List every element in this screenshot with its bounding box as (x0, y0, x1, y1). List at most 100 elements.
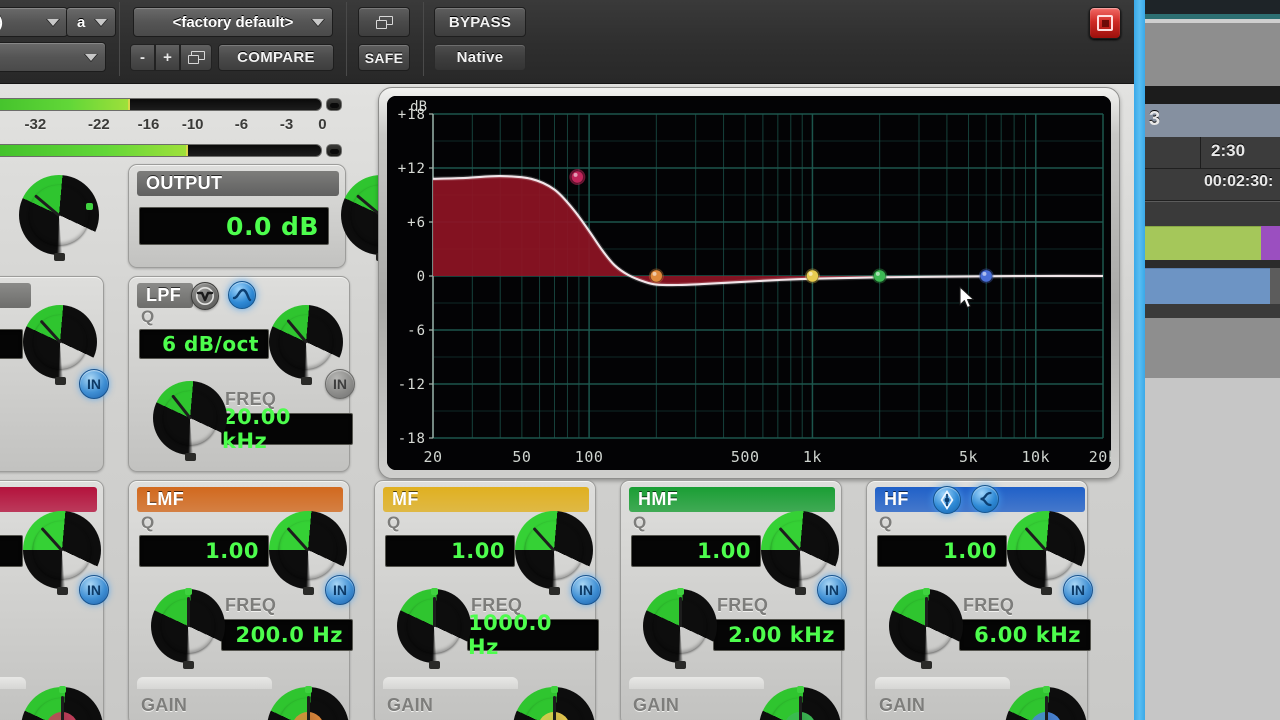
knob-mount (1041, 587, 1052, 595)
lpf-header: LPF (137, 283, 193, 308)
daw-clip-marker-purple[interactable] (1261, 226, 1280, 260)
band-module-hmf: HMF Q 1.00 FREQ 2.00 kHz IN GAIN (620, 480, 847, 720)
chevron-down-icon (311, 19, 325, 27)
svg-text:5k: 5k (959, 448, 978, 466)
band-q-knob[interactable] (515, 511, 593, 595)
knob-mount (429, 661, 440, 669)
band-q-knob[interactable] (761, 511, 839, 595)
band-freq-label: FREQ (717, 595, 769, 615)
eq-graph[interactable]: +18+12+60-6-12-18dB20501005001k5k10k20k (387, 96, 1111, 470)
daw-empty-area[interactable] (1145, 378, 1280, 720)
daw-track-gap (1145, 260, 1280, 268)
preset-previous-button[interactable]: - (130, 44, 155, 71)
lpf-q-knob[interactable] (269, 305, 343, 385)
band-title: HF (884, 489, 909, 509)
native-button[interactable]: Native (434, 44, 526, 71)
band-q-display[interactable]: 1.00 (139, 535, 269, 567)
band-freq-display[interactable]: 200.0 Hz (221, 619, 353, 651)
meter-clip-left[interactable] (326, 98, 342, 111)
band-freq-knob[interactable] (151, 588, 225, 669)
band-freq-label: FREQ (225, 595, 277, 615)
band-header-mf: MF (383, 487, 589, 512)
preset-next-button[interactable]: + (155, 44, 180, 71)
daw-audio-clip-blue[interactable] (1145, 268, 1270, 304)
band-gain-knob[interactable] (1005, 686, 1087, 720)
band-q-display[interactable]: 1.00 (631, 535, 761, 567)
meter-clip-right[interactable] (326, 144, 342, 157)
compare-label: COMPARE (237, 49, 315, 66)
band-mode-dropdown[interactable]: and (0, 42, 106, 72)
daw-timecode-label: 00:02:30: (1204, 173, 1274, 190)
band-gain-label: GAIN (633, 695, 680, 715)
high-shelf-icon[interactable] (971, 485, 999, 513)
svg-text:-6: -6 (407, 323, 426, 339)
band-freq-knob[interactable] (397, 588, 471, 669)
input-trim-knob[interactable] (19, 175, 99, 261)
meter-scale-label: -3 (279, 116, 294, 133)
eq-graph-frame: +18+12+60-6-12-18dB20501005001k5k10k20k (378, 87, 1120, 479)
hpf-in-button[interactable]: IN (79, 369, 109, 399)
band-title: MF (392, 489, 419, 509)
plugin-settings-save-button[interactable] (358, 7, 410, 37)
band-q-display[interactable] (0, 535, 23, 567)
lpf-freq-knob[interactable] (153, 381, 227, 461)
disk-icon (375, 15, 393, 29)
meter-scale-label: 0 (318, 116, 327, 133)
hpf-q-display[interactable] (0, 329, 23, 359)
band-divider (0, 677, 26, 689)
band-divider (137, 677, 272, 689)
band-freq-knob[interactable] (889, 588, 963, 669)
svg-text:20: 20 (423, 448, 442, 466)
plugin-header-toolbar: mns) a and <factory default> - + COMPARE (0, 0, 1134, 84)
meter-scale-label: -16 (137, 116, 160, 133)
band-q-display[interactable]: 1.00 (877, 535, 1007, 567)
band-freq-display[interactable]: 6.00 kHz (959, 619, 1091, 651)
lpf-module: LPF Q 6 dB/oct FREQ 20.00 kHz IN (128, 276, 355, 472)
band-q-label: Q (141, 513, 155, 532)
lowpass-curve-icon[interactable] (228, 281, 256, 309)
preset-save-button[interactable] (180, 44, 212, 71)
control-point-lmf (648, 268, 664, 284)
lpf-in-button[interactable]: IN (325, 369, 355, 399)
band-gain-knob[interactable] (759, 686, 841, 720)
daw-ruler-area[interactable] (1145, 23, 1280, 86)
band-freq-knob[interactable] (643, 588, 717, 669)
lpf-slope-display[interactable]: 6 dB/oct (139, 329, 269, 359)
band-q-label: Q (633, 513, 647, 532)
knob-mount (55, 377, 66, 385)
daw-bar-ruler[interactable] (1145, 104, 1280, 137)
band-q-knob[interactable] (23, 511, 101, 595)
compare-button[interactable]: COMPARE (218, 44, 334, 71)
band-freq-display[interactable]: 2.00 kHz (713, 619, 845, 651)
track-letter-dropdown[interactable]: a (66, 7, 116, 37)
band-gain-knob[interactable] (21, 686, 103, 720)
plugin-view-dropdown[interactable]: mns) (0, 7, 68, 37)
band-q-knob[interactable] (1007, 511, 1085, 595)
bell-icon[interactable] (933, 486, 961, 514)
band-gain-knob[interactable] (513, 686, 595, 720)
record-target-icon[interactable] (1089, 7, 1121, 39)
output-gain-display[interactable]: 0.0 dB (139, 207, 329, 245)
bypass-button[interactable]: BYPASS (434, 7, 526, 37)
lpf-freq-display[interactable]: 20.00 kHz (221, 405, 353, 453)
daw-time-label: 2:30 (1211, 141, 1246, 160)
daw-track-area[interactable] (1145, 318, 1280, 378)
bypass-label: BYPASS (448, 13, 512, 31)
toolbar-divider-2 (346, 2, 347, 76)
svg-text:50: 50 (512, 448, 531, 466)
hpf-q-knob[interactable] (23, 305, 97, 385)
preset-dropdown[interactable]: <factory default> (133, 7, 333, 37)
toolbar-divider-1 (119, 2, 120, 76)
daw-audio-clip-green[interactable] (1145, 226, 1261, 260)
meter-fill-right (0, 145, 186, 156)
meter-scale-label: -6 (234, 116, 249, 133)
knob-pointer (306, 696, 310, 720)
band-q-display[interactable]: 1.00 (385, 535, 515, 567)
band-q-knob[interactable] (269, 511, 347, 595)
band-gain-knob[interactable] (267, 686, 349, 720)
svg-text:-12: -12 (398, 377, 426, 393)
notch-icon[interactable] (191, 282, 219, 310)
safe-button[interactable]: SAFE (358, 44, 410, 71)
band-freq-display[interactable]: 1000.0 Hz (467, 611, 599, 659)
eq-plugin-body: -32 -22 -16 -10 -6 -3 0 HPF EQ 20.0 Hz IN LPF (0, 84, 1134, 720)
